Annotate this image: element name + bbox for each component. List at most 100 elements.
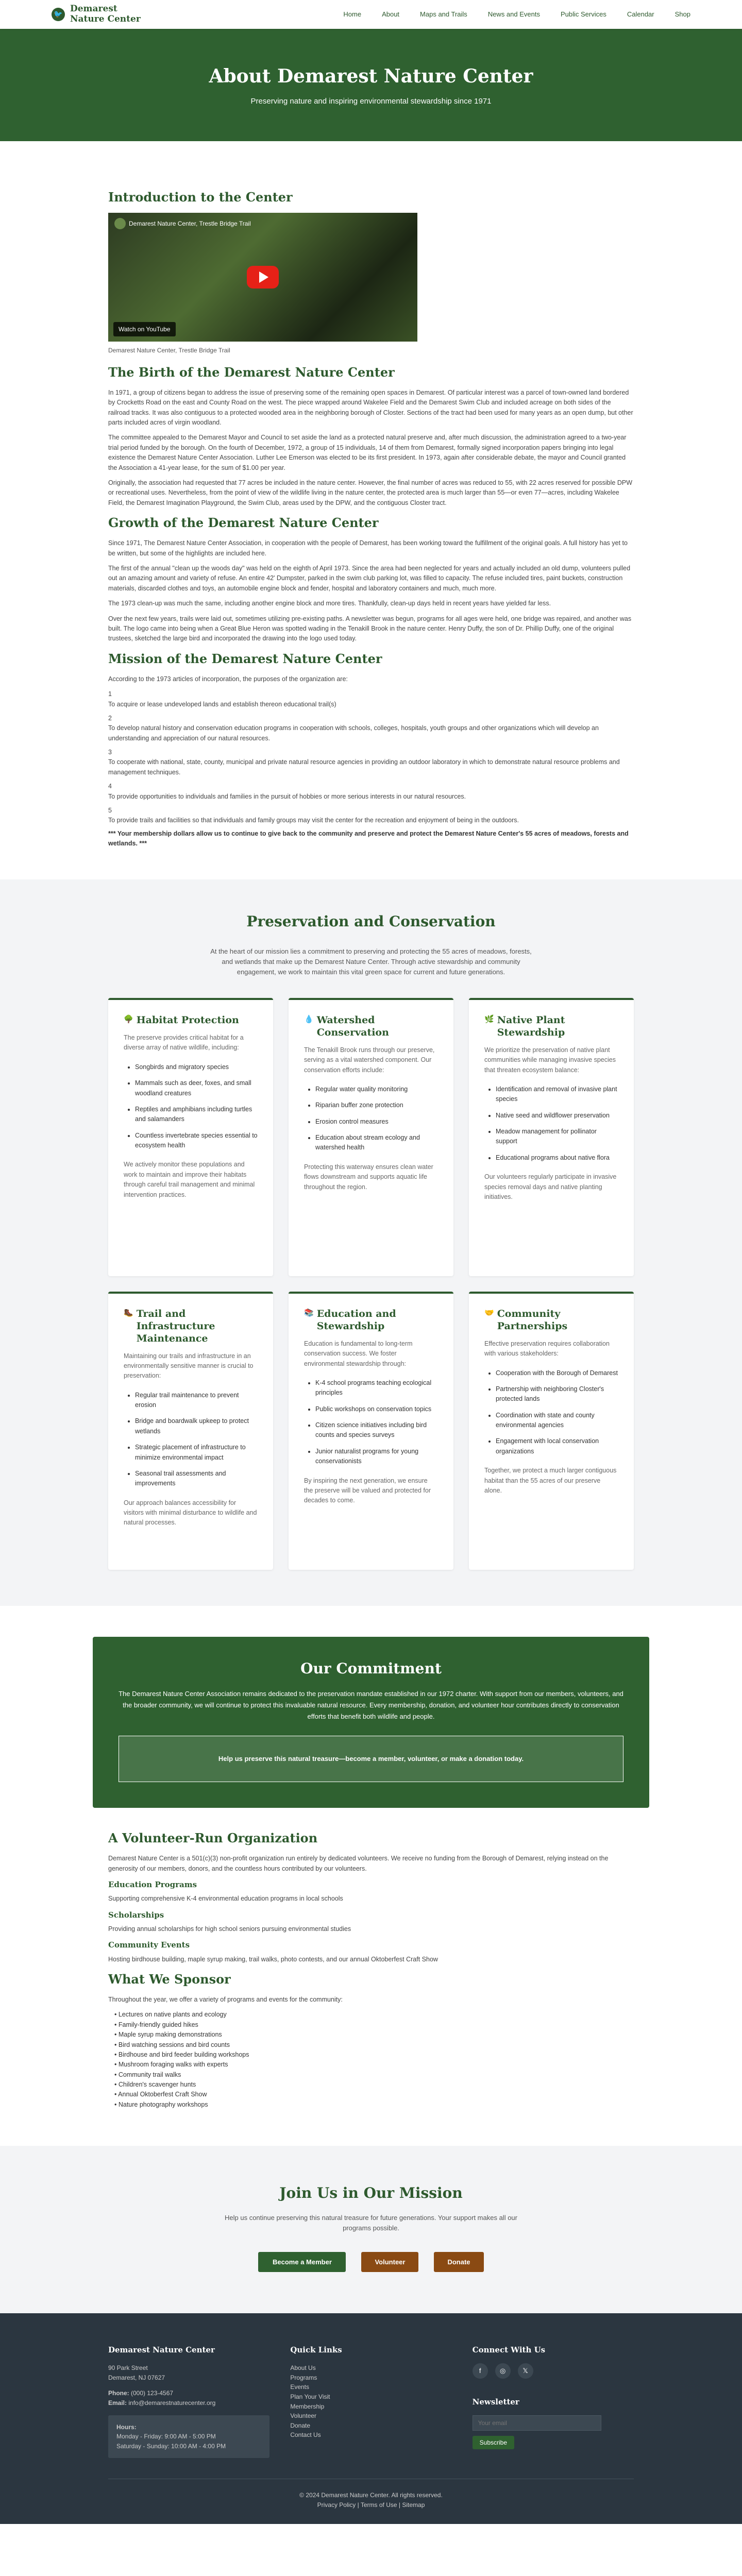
become-member-button[interactable]: Become a Member [258,2251,346,2272]
conservation-card: 💧 Watershed Conservation The Tenakill Bro… [289,998,453,1277]
nav-maps-and-trails[interactable]: Maps and Trails [420,9,467,20]
volunteer-button[interactable]: Volunteer [361,2251,419,2272]
sponsor-item: Birdhouse and bird feeder building works… [114,2050,634,2060]
card-list-item: Strategic placement of infrastructure to… [135,1443,258,1463]
subscribe-button[interactable]: Subscribe [472,2436,515,2450]
email-label: Email: [108,2399,127,2406]
footer-link[interactable]: Membership [290,2402,451,2412]
growth-paragraph: Since 1971, The Demarest Nature Center A… [108,539,628,557]
card-icon: 🌳 [124,1014,133,1024]
newsletter-form: Subscribe [472,2415,634,2450]
mission-list: 1 To acquire or lease undeveloped lands … [108,689,634,826]
footer-link[interactable]: Programs [290,2373,451,2383]
birth-heading: The Birth of the Demarest Nature Center [108,364,395,380]
brand-name: Demarest Nature Center [70,4,141,24]
hours-weekday: Monday - Friday: 9:00 AM - 5:00 PM [116,2433,216,2441]
mission-item: To develop natural history and conservat… [108,724,599,742]
footer-link[interactable]: Events [290,2382,451,2392]
card-outro: Protecting this waterway ensures clean w… [304,1163,433,1191]
card-list: Regular trail maintenance to prevent ero… [135,1391,258,1489]
nav-news-and-events[interactable]: News and Events [488,9,540,20]
card-icon: 📚 [304,1308,314,1318]
preservation-cards: 🌳 Habitat Protection The preserve provide… [108,998,634,1570]
card-list-item: Public workshops on conservation topics [315,1404,438,1414]
card-outro: Our volunteers regularly participate in … [484,1173,617,1200]
card-list-item: Songbirds and migratory species [135,1062,258,1072]
card-title: Native Plant Stewardship [497,1014,565,1039]
card-list-item: Reptiles and amphibians including turtle… [135,1105,258,1125]
community-events-heading: Community Events [108,1940,190,1950]
mission-number: 3 [108,749,112,756]
conservation-card: 📚 Education and Stewardship Education is … [289,1292,453,1570]
nav-shop[interactable]: Shop [675,9,690,20]
play-icon[interactable] [247,266,279,289]
newsletter-heading: Newsletter [472,2397,519,2407]
education-programs-heading: Education Programs [108,1880,197,1890]
nav-home[interactable]: Home [343,9,361,20]
growth-heading: Growth of the Demarest Nature Center [108,515,379,531]
card-outro: Our approach balances accessibility for … [124,1499,257,1527]
card-title: Watershed Conservation [316,1014,389,1039]
card-list: Identification and removal of invasive p… [496,1084,618,1163]
phone-value: (000) 123-4567 [131,2389,174,2397]
channel-avatar-icon [114,218,126,230]
mission-item: To acquire or lease undeveloped lands an… [108,700,336,708]
footer-link[interactable]: Volunteer [290,2411,451,2421]
nav-about[interactable]: About [382,9,399,20]
hero-subtitle: Preserving nature and inspiring environm… [250,97,492,106]
card-list: Songbirds and migratory species Mammals s… [135,1062,258,1151]
card-heading: 🌳 Habitat Protection [124,1014,258,1027]
card-list: Cooperation with the Borough of Demarest… [496,1368,618,1457]
card-heading: 💧 Watershed Conservation [304,1014,438,1039]
footer-org-name: Demarest Nature Center [108,2345,215,2354]
main-nav: Home About Maps and Trails News and Even… [343,9,690,20]
hours-label: Hours: [116,2423,137,2431]
nav-public-services[interactable]: Public Services [561,9,606,20]
footer-phone: Phone: (000) 123-4567 [108,2388,269,2398]
conservation-card: 🌳 Habitat Protection The preserve provide… [108,998,273,1277]
card-intro: We prioritize the preservation of native… [484,1046,616,1074]
video-title: Demarest Nature Center, Trestle Bridge T… [129,219,251,227]
card-list-item: Bridge and boardwalk upkeep to protect w… [135,1416,258,1436]
video-player[interactable]: Demarest Nature Center, Trestle Bridge T… [108,213,417,342]
footer-link[interactable]: About Us [290,2363,451,2373]
join-section: Join Us in Our Mission Help us continue … [0,2146,742,2313]
mission-item: To cooperate with national, state, count… [108,758,620,776]
twitter-icon[interactable]: 𝕏 [517,2363,533,2379]
scholarships-heading: Scholarships [108,1910,164,1920]
card-title: Community Partnerships [497,1308,568,1332]
card-intro: The preserve provides critical habitat f… [124,1034,244,1052]
footer-link[interactable]: Contact Us [290,2430,451,2440]
sponsor-item: Family-friendly guided hikes [114,2020,634,2030]
copyright: © 2024 Demarest Nature Center. All right… [299,2492,443,2499]
footer-address: Demarest, NJ 07627 [108,2374,165,2381]
site-logo[interactable]: 🐦 Demarest Nature Center [52,4,147,24]
footer-link[interactable]: Donate [290,2421,451,2431]
watch-on-youtube-button[interactable]: Watch on YouTube [113,321,176,337]
phone-label: Phone: [108,2389,129,2397]
card-outro: We actively monitor these populations an… [124,1161,255,1198]
education-programs-text: Supporting comprehensive K-4 environment… [108,1895,343,1903]
donate-button[interactable]: Donate [434,2251,484,2272]
preservation-section: Preservation and Conservation At the hea… [0,879,742,1606]
sponsor-item: Community trail walks [114,2070,634,2080]
quick-links: About Us Programs Events Plan Your Visit Mem… [290,2363,451,2440]
instagram-icon[interactable]: ◎ [495,2363,511,2379]
email-value[interactable]: info@demarestnaturecenter.org [128,2399,215,2406]
mission-item: To provide trails and facilities so that… [108,817,519,824]
nav-calendar[interactable]: Calendar [627,9,654,20]
newsletter-email-input[interactable] [472,2415,601,2431]
growth-paragraph: The first of the annual "clean up the wo… [108,565,631,592]
conservation-card: 🤝 Community Partnerships Effective preser… [469,1292,634,1570]
birth-paragraph: Originally, the association had requeste… [108,479,632,506]
main-content: Introduction to the Center Demarest Natu… [108,141,634,849]
card-list-item: Coordination with state and county envir… [496,1411,618,1431]
sponsor-lead: Throughout the year, we offer a variety … [108,1996,343,2004]
quick-links-heading: Quick Links [290,2345,342,2354]
footer-link[interactable]: Plan Your Visit [290,2392,451,2402]
facebook-icon[interactable]: f [472,2363,488,2379]
legal-links[interactable]: Privacy Policy | Terms of Use | Sitemap [108,2500,634,2510]
card-heading: 📚 Education and Stewardship [304,1308,438,1333]
card-list-item: Riparian buffer zone protection [315,1100,438,1110]
hero-banner: About Demarest Nature Center Preserving … [0,29,742,141]
